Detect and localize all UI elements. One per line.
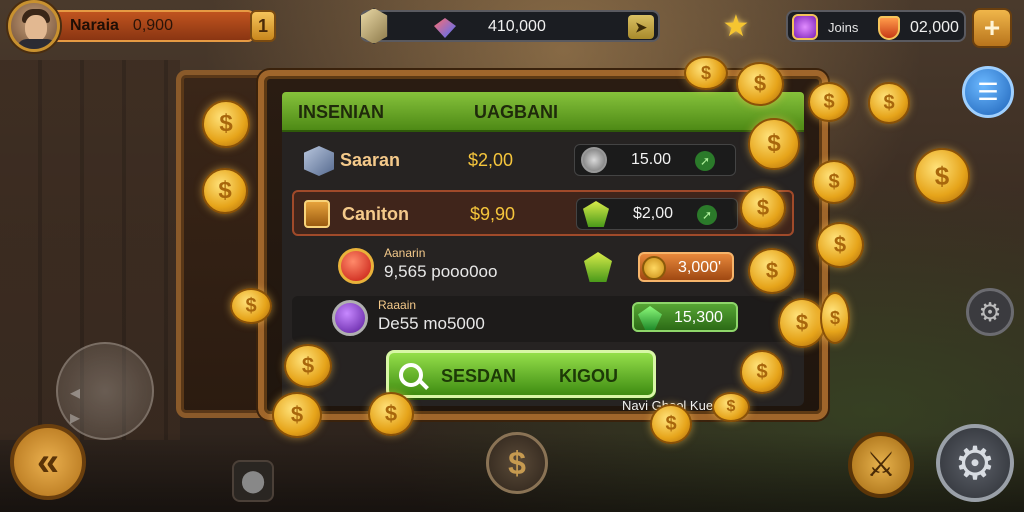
coin-icon: $ xyxy=(812,160,856,204)
coin-button[interactable]: $ xyxy=(486,432,548,494)
currency-bar: 410,000 ➤ xyxy=(360,6,668,46)
coin-icon: $ xyxy=(712,392,750,422)
back-button[interactable]: « xyxy=(10,424,86,500)
shop-row[interactable]: Raaain De55 mo5000 15,300 xyxy=(292,296,794,342)
item-name: Saaran xyxy=(340,150,401,170)
cost-pill[interactable]: 15,300 xyxy=(632,302,738,332)
player-name: Naraia xyxy=(70,17,119,34)
sword-icon: ⚔ xyxy=(865,446,897,484)
gem-icon xyxy=(434,18,456,38)
menu-icon: ☰ xyxy=(977,78,999,106)
shop-row-selected[interactable]: Caniton $9,90 $2,00 ➚ xyxy=(292,190,794,236)
emerald-icon xyxy=(638,306,662,330)
green-gem-icon xyxy=(583,201,609,227)
settings-button[interactable]: ⚙ xyxy=(936,424,1014,502)
currency-display: 410,000 ➤ xyxy=(360,8,660,44)
coin-icon: $ xyxy=(748,118,800,170)
item-cost: $2,00 xyxy=(633,205,674,222)
item-price: $2,00 xyxy=(468,150,514,170)
attack-button[interactable]: ⚔ xyxy=(848,432,914,498)
confirm-icon[interactable]: ➚ xyxy=(695,151,715,171)
coin-icon: $ xyxy=(808,82,850,122)
player-name-plate: Naraia 0,900 xyxy=(50,10,254,42)
coin-icon: $ xyxy=(778,298,826,348)
menu-button[interactable]: ☰ xyxy=(962,66,1014,118)
silver-coin-icon xyxy=(581,147,607,173)
coin-icon: $ xyxy=(748,248,796,294)
coin-icon: $ xyxy=(202,100,250,148)
settings-small-button[interactable]: ⚙ xyxy=(966,288,1014,336)
item-cost-box: $2,00 ➚ xyxy=(576,198,738,230)
green-gem-icon xyxy=(584,252,612,282)
shop-row[interactable]: Aanarin 9,565 pooo0oo 3,000' xyxy=(292,244,794,290)
coin-icon: $ xyxy=(272,392,322,438)
shop-header-left: INSENIAN xyxy=(298,102,385,122)
item-subtitle: Raaain xyxy=(378,298,417,312)
item-name: Caniton xyxy=(342,204,409,224)
gems-label: Joins xyxy=(828,20,859,35)
item-cost: 3,000' xyxy=(678,259,722,276)
player-avatar[interactable] xyxy=(8,0,60,52)
ruby-icon xyxy=(338,248,374,284)
coin-icon: $ xyxy=(650,404,692,444)
coin-icon: $ xyxy=(820,292,850,344)
shield-icon xyxy=(878,16,900,40)
cube-icon xyxy=(304,146,334,176)
player-bar: Naraia 0,900 1 xyxy=(8,0,276,52)
gems-display: Joins 02,000 xyxy=(786,10,966,42)
coin-icon: $ xyxy=(284,344,332,388)
coin-icon: $ xyxy=(740,186,786,230)
purple-gem-icon xyxy=(792,14,818,40)
gems-bar: Joins 02,000 xyxy=(786,6,966,46)
item-cost: 15,300 xyxy=(674,309,723,326)
coin-icon: $ xyxy=(508,444,526,481)
gems-value: 02,000 xyxy=(910,19,959,36)
player-level-badge[interactable]: 1 xyxy=(250,10,276,42)
item-cost: 15.00 xyxy=(631,151,672,168)
star-icon[interactable]: ★ xyxy=(720,12,752,44)
coin-icon: $ xyxy=(868,82,910,124)
coin-icon: $ xyxy=(230,288,272,324)
gear-icon: ⚙ xyxy=(978,296,1002,327)
item-code: 9,565 pooo0oo xyxy=(384,262,498,281)
shop-header-right: UAGBANI xyxy=(474,102,558,122)
map-pin-icon: ⬤ xyxy=(240,468,266,493)
item-subtitle: Aanarin xyxy=(384,246,426,260)
gear-icon: ⚙ xyxy=(954,437,996,489)
currency-arrow-button[interactable]: ➤ xyxy=(628,15,654,39)
coin-icon: $ xyxy=(684,56,728,90)
add-currency-button[interactable]: + xyxy=(972,8,1012,48)
coin-icon: $ xyxy=(368,392,414,436)
back-arrow-icon: « xyxy=(36,439,60,484)
shop-content: INSENIAN UAGBANI Saaran $2,00 15.00 ➚ Ca… xyxy=(282,92,804,406)
map-pin-button[interactable]: ⬤ xyxy=(232,460,274,502)
chest-icon xyxy=(304,200,330,228)
shop-row[interactable]: Saaran $2,00 15.00 ➚ xyxy=(292,138,794,184)
confirm-icon[interactable]: ➚ xyxy=(697,205,717,225)
amethyst-icon xyxy=(332,300,368,336)
coin-icon: $ xyxy=(816,222,864,268)
search-button[interactable]: SESDAN KIGOU xyxy=(386,350,656,398)
coin-icon: $ xyxy=(736,62,784,106)
virtual-joystick[interactable] xyxy=(56,342,154,440)
item-code: De55 mo5000 xyxy=(378,314,485,333)
item-cost-box: 15.00 ➚ xyxy=(574,144,736,176)
player-amount: 0,900 xyxy=(132,17,173,34)
currency-value: 410,000 xyxy=(488,18,546,35)
coin-icon: $ xyxy=(914,148,970,204)
cost-pill[interactable]: 3,000' xyxy=(638,252,734,282)
coin-icon: $ xyxy=(740,350,784,394)
search-button-right-label: KIGOU xyxy=(559,366,619,386)
coin-icon xyxy=(642,256,666,280)
coin-icon: $ xyxy=(202,168,248,214)
shop-header: INSENIAN UAGBANI xyxy=(282,92,804,132)
item-price: $9,90 xyxy=(470,204,516,224)
cube-icon xyxy=(360,8,388,44)
search-icon xyxy=(399,363,423,387)
search-button-left-label: SESDAN xyxy=(441,366,517,386)
